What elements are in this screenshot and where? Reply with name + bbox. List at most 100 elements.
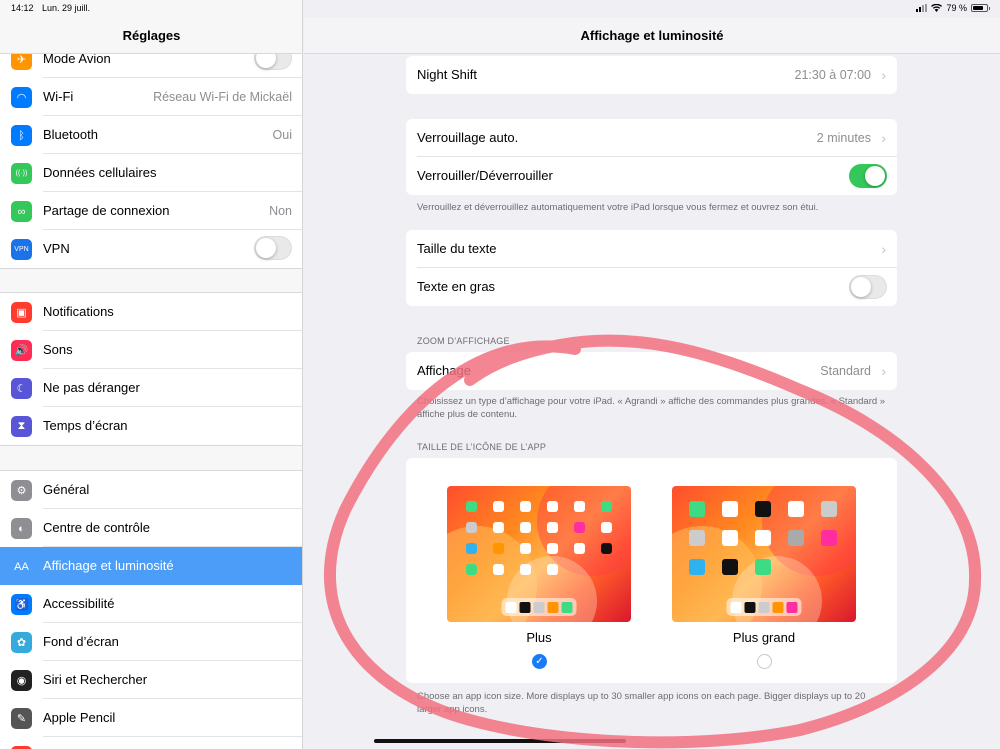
app-icon — [574, 522, 585, 533]
sidebar-item[interactable]: ᛒ Bluetooth Oui — [0, 116, 302, 154]
sidebar-item[interactable]: ▣ Notifications — [0, 293, 302, 331]
preview-more-icons[interactable] — [447, 486, 631, 622]
status-date: Lun. 29 juill. — [42, 3, 91, 13]
display-settings-pane: Affichage et luminosité Night Shift 21:3… — [304, 0, 1000, 749]
sidebar-item[interactable]: ⚙ Général — [0, 471, 302, 509]
sidebar-item-label: Apple Pencil — [43, 710, 116, 725]
status-time: 14:12 — [11, 3, 34, 13]
app-icon — [574, 501, 585, 512]
app-icon — [689, 559, 705, 575]
sidebar-item-value: Non — [269, 204, 292, 218]
app-icon — [601, 522, 612, 533]
sidebar-item[interactable]: ✎ Apple Pencil — [0, 699, 302, 737]
battery-percent: 79 % — [946, 3, 967, 13]
sidebar-item-label: Notifications — [43, 304, 114, 319]
app-icon — [520, 543, 531, 554]
app-icon — [547, 501, 558, 512]
app-icon — [493, 543, 504, 554]
sidebar-toggle[interactable] — [254, 236, 292, 260]
chevron-right-icon: › — [881, 130, 886, 146]
sidebar-item[interactable]: ◠ Wi-Fi Réseau Wi-Fi de Mickaël — [0, 78, 302, 116]
sidebar-item[interactable]: ∞ Partage de connexion Non — [0, 192, 302, 230]
icon-size-section-header: TAILLE DE L’ICÔNE DE L’APP — [417, 442, 547, 452]
settings-sidebar: Réglages ✈ Mode Avion ◠ Wi-Fi Réseau Wi-Fi d… — [0, 0, 303, 749]
sidebar-item[interactable]: ◐ Centre de contrôle — [0, 509, 302, 547]
text-size-label: Taille du texte — [417, 241, 497, 256]
ipad-screen: 14:12 Lun. 29 juill. 79 % Réglages ✈ Mode… — [0, 0, 1000, 749]
dock-app-icon — [547, 601, 559, 613]
dock-app-icon — [519, 601, 531, 613]
option-more-radio[interactable]: ✓ — [532, 654, 547, 669]
sidebar-item-label: Fond d’écran — [43, 634, 119, 649]
sidebar-item-label: Données cellulaires — [43, 165, 157, 180]
icon-size-note: Choose an app icon size. More displays u… — [417, 691, 866, 715]
sidebar-item[interactable]: ⧗ Temps d’écran — [0, 407, 302, 445]
sidebar-item-label: Siri et Rechercher — [43, 672, 148, 687]
app-icon — [788, 530, 804, 546]
dock — [726, 598, 802, 616]
sidebar-item[interactable]: ◉ Siri et Rechercher — [0, 661, 302, 699]
zoom-card: Affichage Standard › — [406, 352, 897, 390]
toggle-knob — [256, 238, 276, 258]
checkmark-icon: ✓ — [535, 656, 544, 667]
text-size-row[interactable]: Taille du texte › — [406, 230, 897, 268]
app-icon — [520, 564, 531, 575]
sidebar-item[interactable]: ☾ Ne pas déranger — [0, 369, 302, 407]
sidebar-item[interactable]: VPN VPN — [0, 230, 302, 268]
app-icon — [493, 501, 504, 512]
night-shift-card: Night Shift 21:30 à 07:00 › — [406, 56, 897, 94]
sidebar-item-label: Sons — [43, 342, 73, 357]
zoom-note: Choisissez un type d’affichage pour votr… — [417, 396, 886, 420]
app-icon — [821, 501, 837, 517]
sidebar-item[interactable]: ♿ Accessibilité — [0, 585, 302, 623]
app-icon — [821, 559, 837, 575]
sidebar-item-value: Réseau Wi-Fi de Mickaël — [153, 90, 292, 104]
sidebar-item[interactable]: 🔊 Sons — [0, 331, 302, 369]
bold-text-toggle[interactable] — [849, 275, 887, 299]
app-icon — [574, 543, 585, 554]
app-icon — [755, 501, 771, 517]
app-icon — [722, 530, 738, 546]
app-icon — [755, 530, 771, 546]
app-icon — [722, 501, 738, 517]
sidebar-item-label: Partage de connexion — [43, 203, 170, 218]
app-icon — [821, 530, 837, 546]
chevron-right-icon: › — [881, 67, 886, 83]
sidebar-item-label: VPN — [43, 241, 70, 256]
app-icon — [601, 501, 612, 512]
dock — [501, 598, 577, 616]
sidebar-item[interactable]: ✿ Fond d’écran — [0, 623, 302, 661]
sidebar-item-label: Accessibilité — [43, 596, 115, 611]
home-indicator[interactable] — [374, 739, 626, 743]
sidebar-item-value: Oui — [272, 128, 292, 142]
pencil-icon: ✎ — [11, 708, 32, 729]
bluetooth-icon: ᛒ — [11, 125, 32, 146]
app-icon — [466, 564, 477, 575]
chevron-right-icon: › — [881, 363, 886, 379]
sidebar-item-label: Wi-Fi — [43, 89, 74, 104]
dock-app-icon — [758, 601, 770, 613]
option-bigger-radio[interactable] — [757, 654, 772, 669]
page-title: Affichage et luminosité — [304, 18, 1000, 54]
app-icon — [493, 564, 504, 575]
auto-lock-row[interactable]: Verrouillage auto. 2 minutes › — [406, 119, 897, 157]
app-icon — [574, 564, 585, 575]
display-zoom-label: Affichage — [417, 363, 471, 378]
app-icon — [689, 530, 705, 546]
sidebar-item[interactable] — [0, 737, 302, 749]
zoom-section-header: ZOOM D’AFFICHAGE — [417, 336, 510, 346]
display-zoom-row[interactable]: Affichage Standard › — [406, 352, 897, 390]
lock-unlock-toggle[interactable] — [849, 164, 887, 188]
bold-text-label: Texte en gras — [417, 279, 496, 294]
sidebar-group-general: ⚙ Général ◐ Centre de contrôle AA Affichage e… — [0, 470, 302, 749]
preview-bigger-icons[interactable] — [672, 486, 856, 622]
sidebar-item[interactable]: AA Affichage et luminosité — [0, 547, 302, 585]
sidebar-item[interactable]: ((·)) Données cellulaires — [0, 154, 302, 192]
lock-unlock-label: Verrouiller/Déverrouiller — [417, 168, 553, 183]
sidebar-item-label: Temps d’écran — [43, 418, 128, 433]
dock-app-icon — [772, 601, 784, 613]
hotspot-icon: ∞ — [11, 201, 32, 222]
dock-app-icon — [786, 601, 798, 613]
auto-lock-label: Verrouillage auto. — [417, 130, 519, 145]
night-shift-row[interactable]: Night Shift 21:30 à 07:00 › — [406, 56, 897, 94]
